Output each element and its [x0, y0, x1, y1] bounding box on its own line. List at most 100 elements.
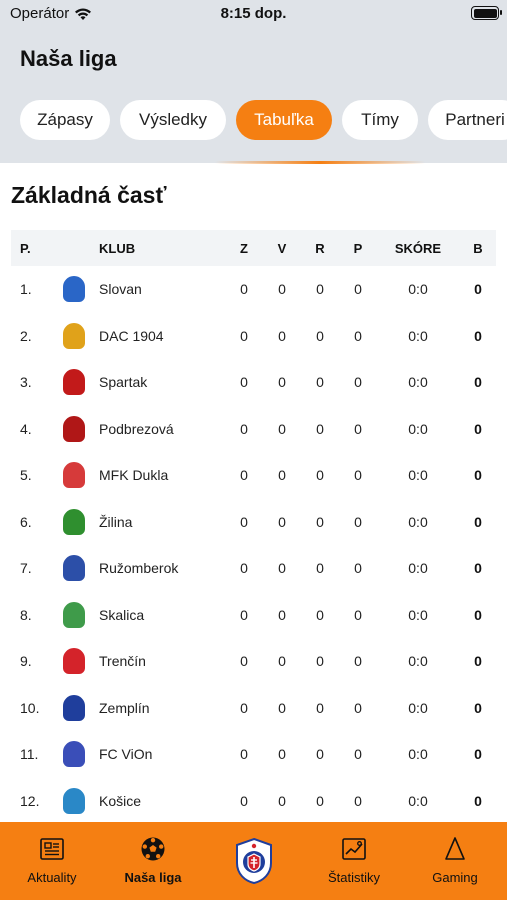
tab-partneri[interactable]: Partneri: [428, 100, 507, 140]
tab-zapasy[interactable]: Zápasy: [20, 100, 110, 140]
row-losses: 0: [316, 281, 324, 298]
row-score: 0:0: [408, 467, 428, 484]
table-row[interactable]: 12. Košice 0 0 0 0 0:0 0: [11, 778, 496, 825]
row-score: 0:0: [408, 653, 428, 670]
tabbar-league-logo[interactable]: [233, 837, 275, 885]
tabbar-statistiky[interactable]: Štatistiky: [304, 836, 404, 885]
table-row[interactable]: 9. Trenčín 0 0 0 0 0:0 0: [11, 638, 496, 685]
row-draws: 0: [278, 327, 286, 344]
row-draws: 0: [278, 606, 286, 623]
tab-timy[interactable]: Tímy: [342, 100, 418, 140]
row-played: 0: [354, 467, 362, 484]
club-logo-cell: [61, 778, 87, 825]
row-draws: 0: [278, 792, 286, 809]
table-row[interactable]: 11. FC ViOn 0 0 0 0 0:0 0: [11, 731, 496, 778]
row-wins: 0: [240, 467, 248, 484]
row-wins: 0: [240, 606, 248, 623]
table-row[interactable]: 8. Skalica 0 0 0 0 0:0 0: [11, 592, 496, 639]
tabbar-nasa-liga[interactable]: Naša liga: [103, 836, 203, 885]
club-logo-icon: [63, 508, 85, 535]
row-wins: 0: [240, 420, 248, 437]
club-logo-icon: [63, 741, 85, 768]
club-logo-icon: [63, 415, 85, 442]
row-position: 12.: [20, 792, 40, 809]
row-points: 0: [474, 792, 482, 809]
row-draws: 0: [278, 746, 286, 763]
club-logo-cell: [61, 406, 87, 453]
table-row[interactable]: 6. Žilina 0 0 0 0 0:0 0: [11, 499, 496, 546]
tabbar-label: Aktuality: [27, 870, 77, 885]
row-position: 8.: [20, 606, 32, 623]
row-played: 0: [354, 699, 362, 716]
row-position: 3.: [20, 374, 32, 391]
row-club-name: Ružomberok: [99, 560, 179, 577]
row-draws: 0: [278, 560, 286, 577]
table-row[interactable]: 4. Podbrezová 0 0 0 0 0:0 0: [11, 406, 496, 453]
tab-vysledky[interactable]: Výsledky: [120, 100, 226, 140]
gaming-icon: [445, 837, 465, 860]
row-score: 0:0: [408, 792, 428, 809]
row-draws: 0: [278, 653, 286, 670]
header-score: SKÓRE: [394, 240, 442, 256]
standings-table: P. KLUB Z V R P SKÓRE B 1. Slovan 0 0 0 0 0:0 0…: [11, 230, 496, 824]
club-logo-icon: [63, 694, 85, 721]
row-losses: 0: [316, 374, 324, 391]
row-points: 0: [474, 606, 482, 623]
row-club-name: Skalica: [99, 606, 145, 623]
row-losses: 0: [316, 699, 324, 716]
table-row[interactable]: 1. Slovan 0 0 0 0 0:0 0: [11, 266, 496, 313]
row-points: 0: [474, 420, 482, 437]
tabbar-gaming[interactable]: Gaming: [405, 836, 505, 885]
table-row[interactable]: 2. DAC 1904 0 0 0 0 0:0 0: [11, 313, 496, 360]
club-logo-cell: [61, 731, 87, 778]
club-logo-cell: [61, 266, 87, 313]
tab-tabulka[interactable]: Tabuľka: [236, 100, 332, 140]
row-played: 0: [354, 653, 362, 670]
row-wins: 0: [240, 560, 248, 577]
tabbar-label: Naša liga: [124, 870, 182, 885]
row-draws: 0: [278, 467, 286, 484]
row-losses: 0: [316, 327, 324, 344]
club-logo-cell: [61, 685, 87, 732]
row-score: 0:0: [408, 420, 428, 437]
club-logo-cell: [61, 452, 87, 499]
active-tab-indicator: [215, 161, 425, 164]
table-row[interactable]: 7. Ružomberok 0 0 0 0 0:0 0: [11, 545, 496, 592]
table-row[interactable]: 5. MFK Dukla 0 0 0 0 0:0 0: [11, 452, 496, 499]
row-club-name: Košice: [99, 792, 142, 809]
row-played: 0: [354, 327, 362, 344]
section-title: Základná časť: [11, 182, 167, 208]
row-score: 0:0: [408, 606, 428, 623]
row-club-name: FC ViOn: [99, 746, 153, 763]
row-losses: 0: [316, 792, 324, 809]
row-points: 0: [474, 560, 482, 577]
row-draws: 0: [278, 699, 286, 716]
header-r: R: [315, 240, 325, 256]
table-row[interactable]: 3. Spartak 0 0 0 0 0:0 0: [11, 359, 496, 406]
header-pos: P.: [20, 240, 31, 256]
row-played: 0: [354, 606, 362, 623]
row-club-name: Spartak: [99, 374, 148, 391]
row-points: 0: [474, 746, 482, 763]
row-score: 0:0: [408, 699, 428, 716]
club-logo-icon: [63, 322, 85, 349]
clock: 8:15 dop.: [220, 5, 287, 22]
row-draws: 0: [278, 281, 286, 298]
row-position: 1.: [20, 281, 32, 298]
club-logo-icon: [63, 369, 85, 396]
row-position: 4.: [20, 420, 32, 437]
row-wins: 0: [240, 513, 248, 530]
newspaper-icon: [40, 838, 64, 860]
row-losses: 0: [316, 467, 324, 484]
club-logo-icon: [63, 555, 85, 582]
tabbar-aktuality[interactable]: Aktuality: [2, 836, 102, 885]
row-draws: 0: [278, 513, 286, 530]
table-row[interactable]: 10. Zemplín 0 0 0 0 0:0 0: [11, 685, 496, 732]
row-played: 0: [354, 513, 362, 530]
header-z: Z: [240, 240, 248, 256]
row-wins: 0: [240, 327, 248, 344]
row-club-name: Zemplín: [99, 699, 150, 716]
club-logo-cell: [61, 592, 87, 639]
row-score: 0:0: [408, 513, 428, 530]
row-wins: 0: [240, 792, 248, 809]
